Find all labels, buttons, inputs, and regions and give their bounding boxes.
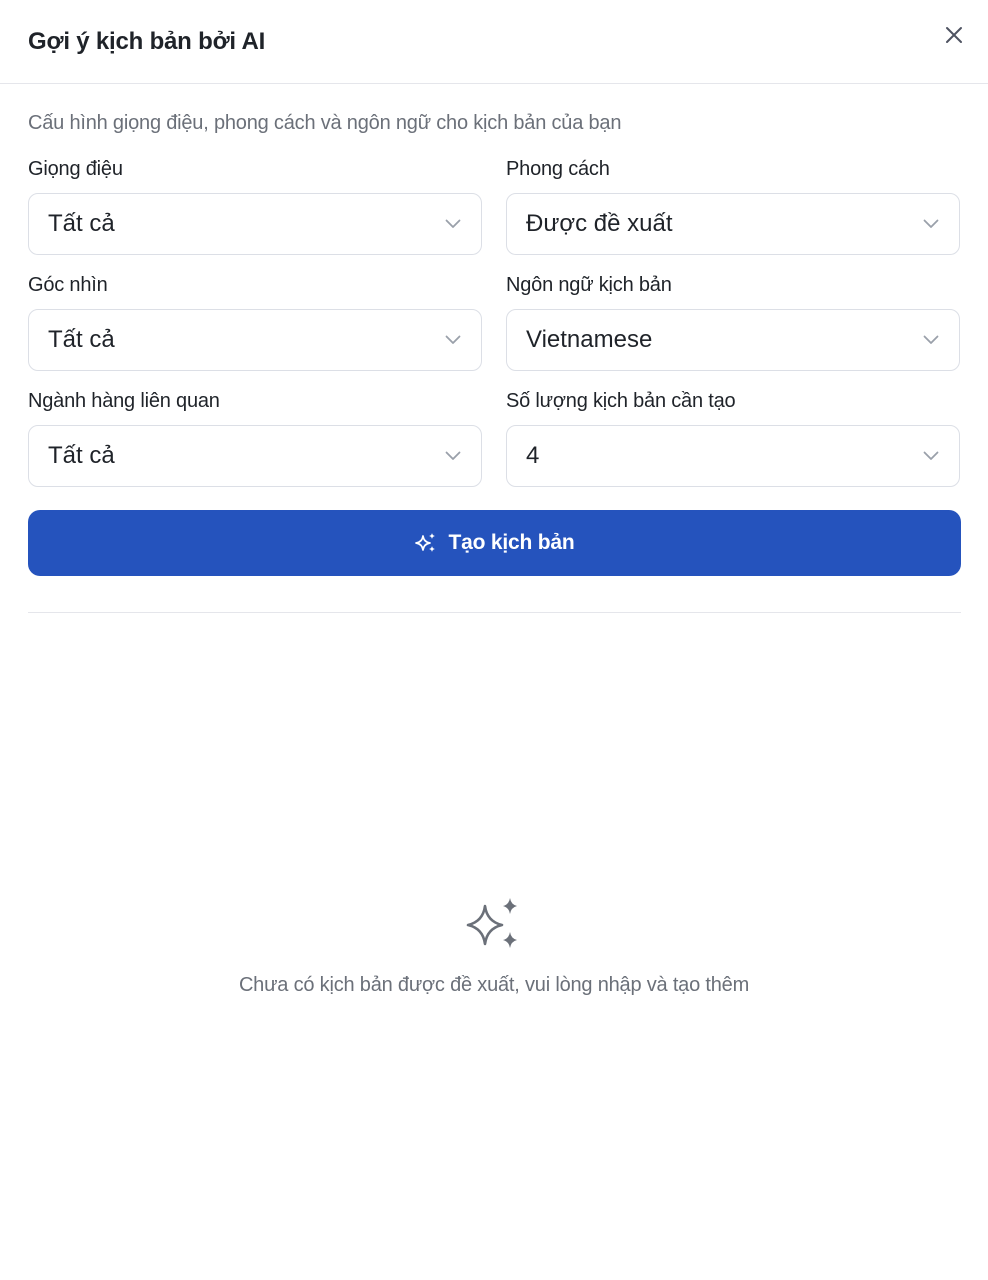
field-tone: Giọng điệu Tất cả bbox=[28, 157, 482, 255]
perspective-select[interactable]: Tất cả bbox=[28, 309, 482, 371]
field-industry: Ngành hàng liên quan Tất cả bbox=[28, 389, 482, 487]
perspective-value: Tất cả bbox=[48, 326, 115, 353]
close-icon bbox=[946, 26, 962, 43]
tone-value: Tất cả bbox=[48, 210, 115, 237]
style-value: Được đề xuất bbox=[526, 210, 673, 237]
chevron-down-icon bbox=[445, 335, 461, 344]
empty-state-message: Chưa có kịch bản được đề xuất, vui lòng … bbox=[238, 974, 750, 996]
count-label: Số lượng kịch bản cần tạo bbox=[506, 390, 736, 412]
chevron-down-icon bbox=[445, 451, 461, 460]
industry-value: Tất cả bbox=[48, 442, 115, 469]
industry-select[interactable]: Tất cả bbox=[28, 425, 482, 487]
language-value: Vietnamese bbox=[526, 326, 653, 353]
chevron-down-icon bbox=[923, 219, 939, 228]
empty-state: Chưa có kịch bản được đề xuất, vui lòng … bbox=[0, 896, 988, 997]
field-perspective: Góc nhìn Tất cả bbox=[28, 273, 482, 371]
count-value: 4 bbox=[526, 442, 540, 469]
modal-body: Cấu hình giọng điệu, phong cách và ngôn … bbox=[0, 112, 988, 613]
section-divider bbox=[28, 612, 961, 613]
chevron-down-icon bbox=[445, 219, 461, 228]
tone-select[interactable]: Tất cả bbox=[28, 193, 482, 255]
form-grid: Giọng điệu Tất cả Phong cách Được đề xuấ… bbox=[28, 157, 960, 505]
form-description: Cấu hình giọng điệu, phong cách và ngôn … bbox=[28, 112, 622, 134]
chevron-down-icon bbox=[923, 451, 939, 460]
sparkle-icon bbox=[466, 898, 517, 948]
generate-script-button[interactable]: Tạo kịch bản bbox=[28, 510, 961, 576]
generate-script-label: Tạo kịch bản bbox=[448, 531, 575, 554]
language-select[interactable]: Vietnamese bbox=[506, 309, 960, 371]
modal-header: Gợi ý kịch bản bởi AI bbox=[0, 0, 988, 84]
style-label: Phong cách bbox=[506, 158, 610, 180]
field-count: Số lượng kịch bản cần tạo 4 bbox=[506, 389, 960, 487]
modal-title: Gợi ý kịch bản bởi AI bbox=[28, 27, 266, 55]
style-select[interactable]: Được đề xuất bbox=[506, 193, 960, 255]
ai-script-suggestion-modal: Gợi ý kịch bản bởi AI Cấu hình giọng điệ… bbox=[0, 0, 988, 1280]
field-language: Ngôn ngữ kịch bản Vietnamese bbox=[506, 273, 960, 371]
count-select[interactable]: 4 bbox=[506, 425, 960, 487]
chevron-down-icon bbox=[923, 335, 939, 344]
industry-label: Ngành hàng liên quan bbox=[28, 390, 220, 412]
tone-label: Giọng điệu bbox=[28, 158, 123, 180]
perspective-label: Góc nhìn bbox=[28, 274, 108, 296]
sparkle-icon bbox=[414, 533, 435, 552]
field-style: Phong cách Được đề xuất bbox=[506, 157, 960, 255]
language-label: Ngôn ngữ kịch bản bbox=[506, 274, 672, 296]
close-button[interactable] bbox=[940, 21, 968, 49]
